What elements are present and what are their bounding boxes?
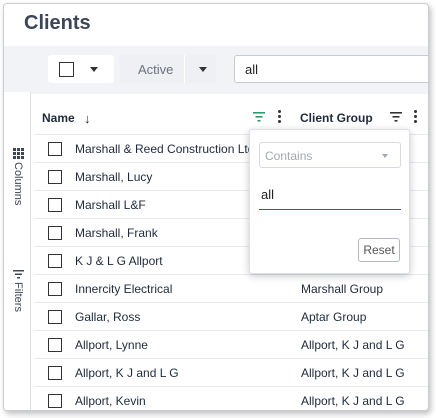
filter-icon[interactable]	[253, 112, 265, 122]
filter-condition-select[interactable]: Contains	[259, 142, 401, 168]
row-checkbox[interactable]	[48, 282, 62, 296]
row-checkbox[interactable]	[48, 254, 62, 268]
side-panel	[4, 92, 31, 410]
select-all-checkbox[interactable]	[59, 61, 74, 77]
chevron-down-icon[interactable]	[382, 154, 388, 158]
filters-tab[interactable]: Filters	[8, 270, 28, 312]
select-all-dropdown[interactable]	[48, 55, 114, 83]
status-dropdown[interactable]: Active	[120, 55, 216, 83]
status-value: Active	[138, 61, 174, 77]
filter-condition-value: Contains	[265, 149, 313, 163]
row-checkbox[interactable]	[48, 338, 62, 352]
client-name[interactable]: Allport, Kevin	[75, 394, 285, 408]
client-name[interactable]: Allport, K J and L G	[75, 366, 285, 380]
row-checkbox[interactable]	[48, 310, 62, 324]
client-name[interactable]: Allport, Lynne	[75, 338, 285, 352]
table-row[interactable]: Allport, Lynne Allport, K J and L G	[34, 330, 428, 358]
kebab-icon[interactable]	[414, 110, 417, 123]
filter-icon	[12, 270, 24, 279]
row-checkbox[interactable]	[48, 226, 62, 240]
client-group: Allport, K J and L G	[301, 366, 405, 380]
table-row[interactable]: Innercity Electrical Marshall Group	[34, 274, 428, 302]
filter-icon[interactable]	[390, 112, 402, 122]
reset-button[interactable]: Reset	[358, 238, 400, 262]
client-group: Aptar Group	[301, 310, 367, 324]
row-checkbox[interactable]	[48, 198, 62, 212]
client-group: Marshall Group	[301, 282, 384, 296]
arrow-down-icon[interactable]: ↓	[84, 111, 91, 126]
columns-tab-label: Columns	[12, 162, 24, 206]
app-window: Clients Active Columns Filters Name	[3, 3, 429, 411]
column-header-name[interactable]: Name	[42, 111, 75, 125]
row-checkbox[interactable]	[48, 170, 62, 184]
column-filter-popup: Contains Reset	[249, 129, 410, 274]
client-group: Allport, K J and L G	[301, 394, 405, 408]
client-name[interactable]: Gallar, Ross	[75, 310, 285, 324]
toolbar: Active	[4, 46, 428, 94]
chevron-down-icon[interactable]	[90, 66, 98, 72]
table-row[interactable]: Gallar, Ross Aptar Group	[34, 302, 428, 330]
column-header-client-group[interactable]: Client Group	[300, 111, 373, 125]
row-checkbox[interactable]	[48, 142, 62, 156]
chevron-down-icon[interactable]	[199, 66, 208, 72]
columns-tab[interactable]: Columns	[8, 148, 28, 205]
kebab-icon[interactable]	[278, 110, 281, 123]
search-input[interactable]	[234, 55, 428, 83]
client-name[interactable]: Innercity Electrical	[75, 282, 285, 296]
divider	[184, 55, 185, 83]
grid-icon	[12, 148, 24, 159]
page-title: Clients	[24, 12, 91, 34]
table-row[interactable]: Allport, Kevin Allport, K J and L G	[34, 386, 428, 410]
filters-tab-label: Filters	[12, 282, 24, 312]
table-row[interactable]: Allport, K J and L G Allport, K J and L G	[34, 358, 428, 386]
row-checkbox[interactable]	[48, 394, 62, 408]
row-checkbox[interactable]	[48, 366, 62, 380]
filter-value-input[interactable]	[259, 180, 401, 210]
client-group: Allport, K J and L G	[301, 338, 405, 352]
